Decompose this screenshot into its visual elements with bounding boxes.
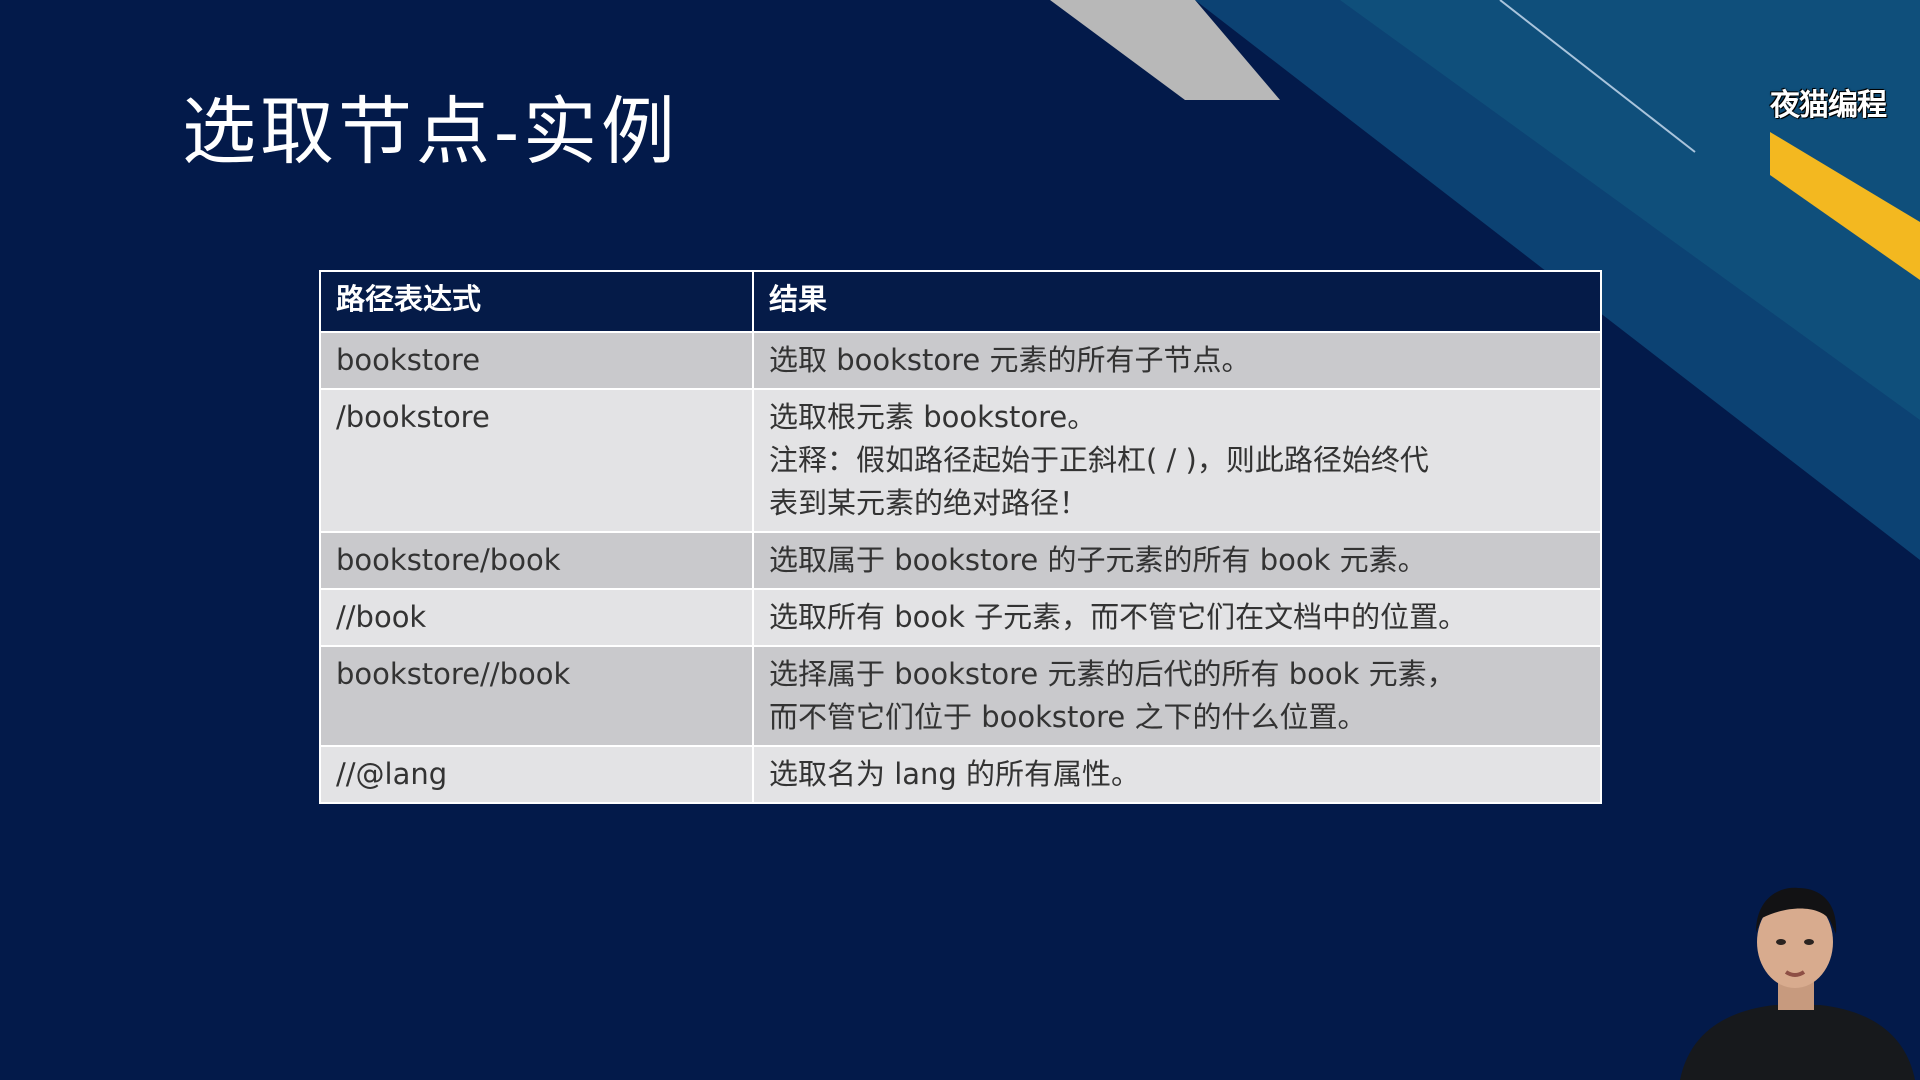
result-line: 选取名为 lang 的所有属性。 xyxy=(769,757,1141,791)
path-cell: bookstore/book xyxy=(319,531,754,590)
table-header-row: 路径表达式 结果 xyxy=(319,270,1602,333)
table-row: bookstore/book 选取属于 bookstore 的子元素的所有 bo… xyxy=(319,531,1602,590)
result-line: 选取属于 bookstore 的子元素的所有 book 元素。 xyxy=(769,543,1427,577)
xpath-table: 路径表达式 结果 bookstore 选取 bookstore 元素的所有子节点… xyxy=(319,270,1602,804)
result-line: 选择属于 bookstore 元素的后代的所有 book 元素， xyxy=(769,657,1456,691)
result-line: 而不管它们位于 bookstore 之下的什么位置。 xyxy=(769,700,1367,734)
xpath-examples-table: 路径表达式 结果 bookstore 选取 bookstore 元素的所有子节点… xyxy=(319,270,1602,804)
result-note-line: 表到某元素的绝对路径！ xyxy=(769,486,1089,520)
path-cell: bookstore xyxy=(319,331,754,390)
result-line: 选取根元素 bookstore。 xyxy=(769,400,1097,434)
result-line: 选取所有 book 子元素，而不管它们在文档中的位置。 xyxy=(769,600,1468,634)
result-cell: 选取根元素 bookstore。 注释：假如路径起始于正斜杠( / )，则此路径… xyxy=(752,388,1602,533)
table-row: //book 选取所有 book 子元素，而不管它们在文档中的位置。 xyxy=(319,588,1602,647)
table-row: //@lang 选取名为 lang 的所有属性。 xyxy=(319,745,1602,804)
result-line: 选取 bookstore 元素的所有子节点。 xyxy=(769,343,1251,377)
table-row: bookstore//book 选择属于 bookstore 元素的后代的所有 … xyxy=(319,645,1602,747)
table-row: /bookstore 选取根元素 bookstore。 注释：假如路径起始于正斜… xyxy=(319,388,1602,533)
path-cell: //@lang xyxy=(319,745,754,804)
result-cell: 选取所有 book 子元素，而不管它们在文档中的位置。 xyxy=(752,588,1602,647)
header-path-expression: 路径表达式 xyxy=(319,270,754,333)
path-cell: bookstore//book xyxy=(319,645,754,747)
channel-watermark: 夜猫编程 xyxy=(1770,88,1887,123)
presenter-webcam xyxy=(1680,887,1915,1080)
result-note-line: 注释：假如路径起始于正斜杠( / )，则此路径始终代 xyxy=(769,443,1429,477)
path-cell: /bookstore xyxy=(319,388,754,533)
result-cell: 选取属于 bookstore 的子元素的所有 book 元素。 xyxy=(752,531,1602,590)
slide-title: 选取节点-实例 xyxy=(182,89,680,175)
result-cell: 选取 bookstore 元素的所有子节点。 xyxy=(752,331,1602,390)
path-cell: //book xyxy=(319,588,754,647)
header-result: 结果 xyxy=(752,270,1602,333)
table-row: bookstore 选取 bookstore 元素的所有子节点。 xyxy=(319,331,1602,390)
result-cell: 选择属于 bookstore 元素的后代的所有 book 元素， 而不管它们位于… xyxy=(752,645,1602,747)
result-cell: 选取名为 lang 的所有属性。 xyxy=(752,745,1602,804)
